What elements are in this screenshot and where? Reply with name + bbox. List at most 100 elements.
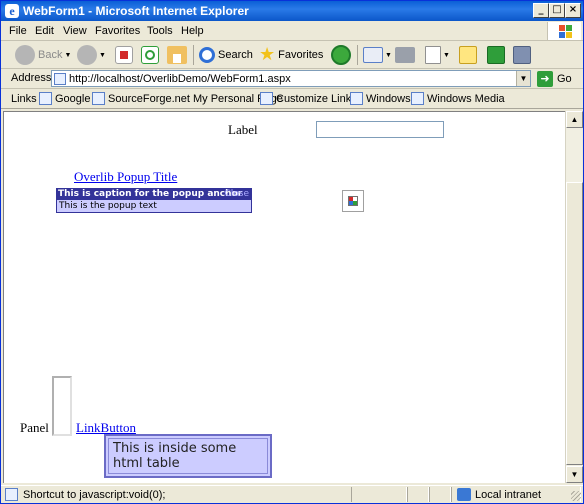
link-sourceforge[interactable]: SourceForge.net My Personal Page [92, 92, 283, 105]
go-arrow-icon: ➜ [537, 71, 553, 87]
print-icon [395, 47, 415, 63]
scroll-thumb[interactable] [566, 182, 583, 465]
popup-close-link[interactable]: Close [224, 189, 249, 199]
status-pane [407, 487, 429, 502]
status-bar: Shortcut to javascript:void(0); Local in… [1, 485, 583, 503]
page-icon [5, 488, 18, 501]
minimize-button[interactable]: _ [533, 3, 549, 18]
page-icon [260, 92, 273, 105]
panel-box [52, 376, 72, 436]
ie-icon: e [5, 4, 19, 18]
menu-tools[interactable]: Tools [147, 25, 173, 37]
status-text: Shortcut to javascript:void(0); [23, 489, 166, 501]
search-icon [199, 47, 215, 63]
link-windows[interactable]: Windows [350, 92, 411, 105]
forward-arrow-icon [77, 45, 97, 65]
html-table: This is inside some html table [104, 434, 272, 478]
address-dropdown-icon[interactable]: ▼ [516, 71, 530, 86]
refresh-icon [141, 46, 159, 64]
page-icon [54, 73, 66, 85]
link-customize[interactable]: Customize Links [260, 92, 357, 105]
forward-dropdown-icon[interactable]: ▼ [99, 52, 106, 59]
page-icon [39, 92, 52, 105]
address-label: Address [11, 72, 52, 84]
status-pane [429, 487, 451, 502]
popup-caption-bar: This is caption for the popup anchor Clo… [57, 189, 251, 200]
menu-favorites[interactable]: Favorites [95, 25, 140, 37]
history-button[interactable] [331, 44, 351, 66]
menu-file[interactable]: File [9, 25, 27, 37]
research-icon [513, 46, 531, 64]
page-icon [411, 92, 424, 105]
home-button[interactable] [167, 44, 187, 66]
link-windows-media[interactable]: Windows Media [411, 92, 505, 105]
zone-text: Local intranet [475, 489, 542, 501]
home-icon [167, 46, 187, 64]
mail-button[interactable]: ▼ [363, 44, 392, 66]
overlib-popup-link[interactable]: Overlib Popup Title [74, 169, 177, 185]
menu-edit[interactable]: Edit [35, 25, 54, 37]
address-url[interactable]: http://localhost/OverlibDemo/WebForm1.as… [69, 73, 291, 85]
link-sourceforge-label: SourceForge.net My Personal Page [108, 92, 283, 105]
window-title: WebForm1 - Microsoft Internet Explorer [23, 4, 249, 18]
panel-label: Panel [20, 420, 49, 435]
popup-text: This is the popup text [57, 200, 251, 212]
stop-icon [115, 46, 133, 64]
menu-bar: File Edit View Favorites Tools Help [1, 21, 583, 41]
link-windows-media-label: Windows Media [427, 92, 505, 105]
links-label: Links [11, 93, 37, 105]
mail-dropdown-icon[interactable]: ▼ [385, 52, 392, 59]
favorites-button[interactable]: ★ Favorites [259, 44, 323, 66]
popup-caption: This is caption for the popup anchor [58, 189, 243, 199]
broken-image-icon [342, 190, 364, 212]
page-viewport: Label Overlib Popup Title This is captio… [3, 111, 565, 483]
address-input[interactable]: http://localhost/OverlibDemo/WebForm1.as… [51, 70, 531, 87]
scroll-down-icon[interactable]: ▼ [566, 466, 583, 483]
go-button[interactable]: ➜ Go [537, 71, 572, 87]
windows-logo-icon [547, 22, 581, 40]
page-icon [92, 92, 105, 105]
grid-app-icon [487, 46, 505, 64]
title-bar[interactable]: e WebForm1 - Microsoft Internet Explorer… [1, 1, 583, 21]
print-button[interactable] [395, 44, 415, 66]
mail-icon [363, 47, 383, 63]
forward-button[interactable]: ▼ [77, 44, 106, 66]
menu-help[interactable]: Help [181, 25, 204, 37]
link-google[interactable]: Google [39, 92, 90, 105]
scroll-up-icon[interactable]: ▲ [566, 111, 583, 128]
history-icon [331, 45, 351, 65]
standard-toolbar: Back ▼ ▼ Search ★ Favorites ▼ ▼ [1, 41, 583, 69]
table-cell: This is inside some html table [108, 438, 268, 474]
stop-button[interactable] [115, 44, 133, 66]
search-button[interactable]: Search [199, 44, 253, 66]
back-button[interactable]: Back ▼ [15, 44, 71, 66]
address-bar: Address http://localhost/OverlibDemo/Web… [1, 69, 583, 89]
back-dropdown-icon[interactable]: ▼ [64, 52, 71, 59]
maximize-button[interactable]: □ [549, 3, 565, 18]
vertical-scrollbar[interactable]: ▲ ▼ [565, 111, 583, 483]
close-button[interactable]: × [565, 3, 581, 18]
text-input[interactable] [316, 121, 444, 138]
discuss-button[interactable] [459, 44, 477, 66]
menu-view[interactable]: View [63, 25, 87, 37]
go-label: Go [557, 73, 572, 85]
overlib-popup: This is caption for the popup anchor Clo… [56, 188, 252, 213]
favorites-label: Favorites [278, 49, 324, 61]
research-button[interactable] [513, 44, 531, 66]
note-icon [459, 46, 477, 64]
toolbar-separator [357, 45, 358, 65]
favorites-star-icon: ★ [259, 44, 276, 65]
status-pane [351, 487, 407, 502]
edit-document-icon [425, 46, 441, 64]
search-label: Search [218, 49, 253, 61]
links-bar: Links Google SourceForge.net My Personal… [1, 89, 583, 109]
link-customize-label: Customize Links [276, 92, 357, 105]
messenger-button[interactable] [487, 44, 505, 66]
resize-grip-icon[interactable] [571, 491, 581, 501]
edit-button[interactable]: ▼ [425, 44, 450, 66]
refresh-button[interactable] [141, 44, 159, 66]
link-google-label: Google [55, 92, 91, 105]
browser-window: e WebForm1 - Microsoft Internet Explorer… [0, 0, 584, 504]
edit-dropdown-icon[interactable]: ▼ [443, 52, 450, 59]
intranet-zone-icon [457, 488, 471, 501]
